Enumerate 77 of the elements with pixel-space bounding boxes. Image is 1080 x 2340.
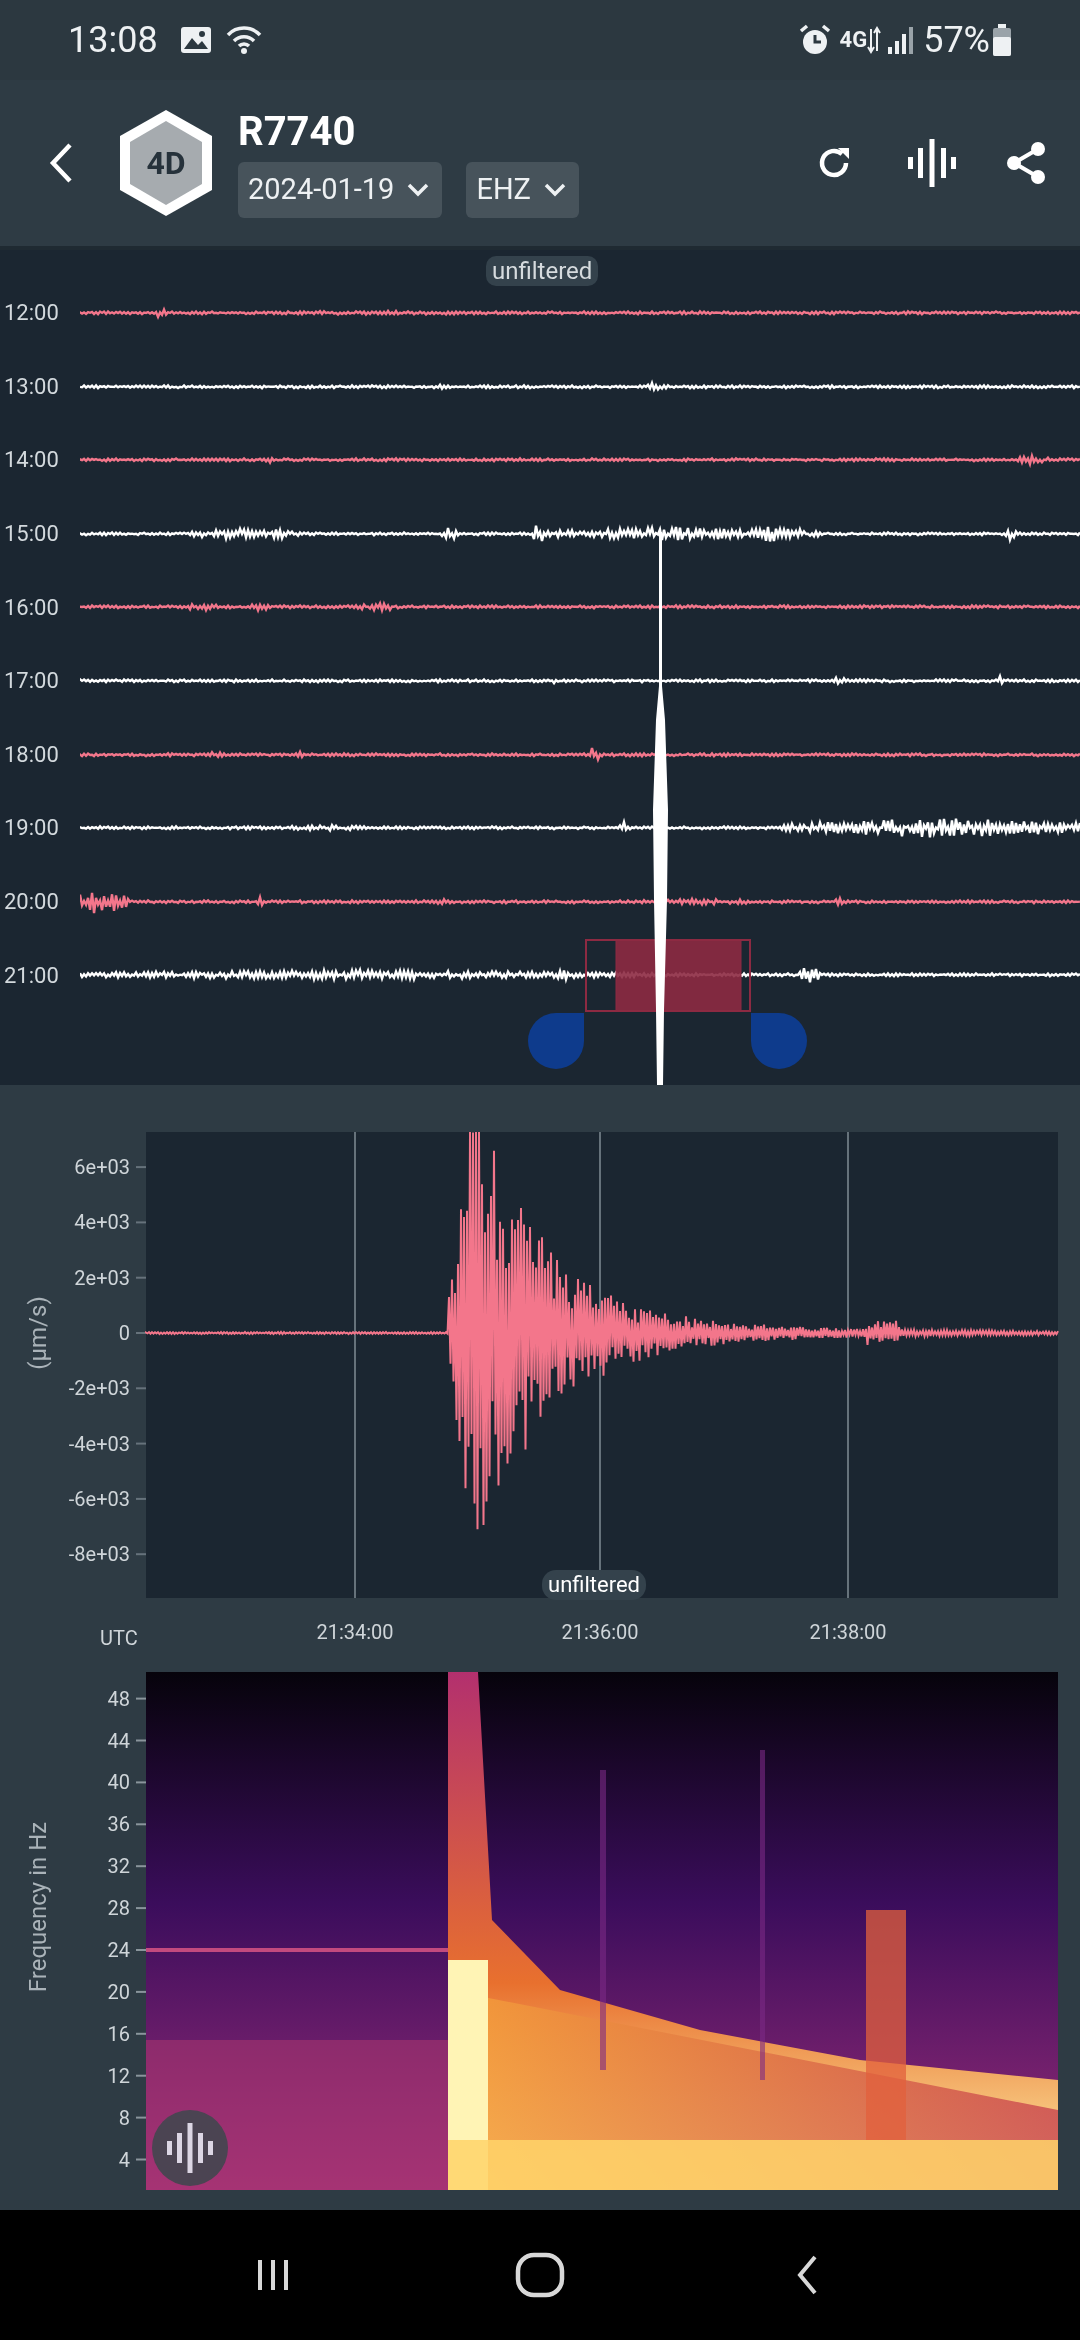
time-tick-label: 21:36:00 [561, 1620, 639, 1644]
hour-label: 20:00 [3, 888, 60, 917]
frequency-tick-label: 40 [107, 1770, 130, 1795]
hour-label: 17:00 [3, 667, 60, 696]
tick-mark [135, 1221, 147, 1224]
home-icon [515, 2252, 565, 2298]
hour-label: 19:00 [3, 814, 60, 843]
chevron-down-icon [542, 182, 567, 198]
frequency-tick-label: 28 [107, 1896, 130, 1921]
signal-icon [887, 25, 916, 55]
hour-label: 13:00 [3, 372, 60, 401]
tick-mark [135, 2158, 147, 2161]
tick-mark [135, 2074, 147, 2077]
tick-mark [135, 1865, 147, 1868]
channel-dropdown[interactable]: EHZ [466, 162, 579, 218]
hour-label: 12:00 [3, 299, 60, 328]
share-icon [1004, 140, 1048, 186]
amplitude-tick-label: 6e+03 [74, 1155, 130, 1180]
network-type: 4G [839, 29, 868, 51]
amplitude-tick-label: 0 [118, 1321, 130, 1345]
tick-mark [135, 1553, 147, 1556]
hour-label: 18:00 [3, 740, 60, 769]
tick-mark [135, 1332, 147, 1334]
alarm-icon [797, 23, 832, 57]
axis-label: UTC [100, 1626, 138, 1650]
tick-mark [135, 1949, 147, 1951]
battery-icon [992, 23, 1012, 57]
chevron-down-icon [406, 182, 431, 198]
tick-mark [135, 1781, 147, 1784]
tick-mark [135, 1697, 147, 1700]
hour-label: 14:00 [3, 446, 60, 475]
hour-label: 16:00 [3, 593, 60, 622]
frequency-tick-label: 36 [107, 1812, 130, 1837]
tick-mark [135, 2032, 147, 2035]
tick-mark [135, 1497, 147, 1500]
tick-mark [135, 2116, 147, 2119]
amplitude-tick-label: -6e+03 [68, 1486, 130, 1511]
tick-mark [135, 1907, 147, 1910]
frequency-tick-label: 32 [107, 1854, 130, 1879]
waveform-icon [166, 2122, 214, 2174]
hour-label: 21:00 [3, 961, 60, 990]
back-icon [49, 142, 73, 184]
image-icon [179, 26, 212, 54]
wifi-icon [225, 25, 262, 55]
frequency-tick-label: 4 [118, 2147, 130, 2172]
frequency-tick-label: 8 [118, 2105, 130, 2130]
time-tick-label: 21:34:00 [316, 1620, 394, 1644]
amplitude-tick-label: 2e+03 [74, 1265, 130, 1290]
tick-mark [135, 1166, 147, 1169]
tick-mark [135, 1990, 147, 1993]
hour-label: 15:00 [3, 520, 60, 549]
amplitude-tick-label: -2e+03 [68, 1376, 130, 1401]
frequency-tick-label: 44 [107, 1728, 130, 1753]
tick-mark [135, 1823, 147, 1826]
date-dropdown[interactable]: 2024-01-19 [238, 162, 443, 218]
axis-label: (µm/s) [24, 1296, 52, 1370]
frequency-tick-label: 24 [107, 1938, 130, 1962]
filter-label: unfiltered [486, 256, 599, 286]
tick-mark [135, 1739, 147, 1742]
frequency-tick-label: 20 [107, 1979, 130, 2004]
frequency-tick-label: 12 [107, 2063, 130, 2088]
axis-label: Frequency in Hz [24, 1821, 52, 1993]
battery-percent: 57% [923, 18, 990, 63]
frequency-tick-label: 16 [107, 2021, 130, 2046]
amplitude-tick-label: -4e+03 [68, 1431, 130, 1456]
waveform-icon [906, 137, 958, 189]
filter-label: unfiltered [542, 1570, 646, 1600]
time-tick-label: 21:38:00 [809, 1620, 887, 1644]
tick-mark [135, 1387, 147, 1390]
frequency-tick-label: 48 [107, 1686, 130, 1711]
tick-mark [135, 1276, 147, 1279]
station-title: R7740 [238, 112, 357, 152]
amplitude-tick-label: 4e+03 [74, 1210, 130, 1235]
tick-mark [135, 1442, 147, 1445]
status-time: 13:08 [68, 18, 158, 63]
amplitude-tick-label: -8e+03 [68, 1542, 130, 1567]
data-arrows-icon [867, 25, 882, 55]
